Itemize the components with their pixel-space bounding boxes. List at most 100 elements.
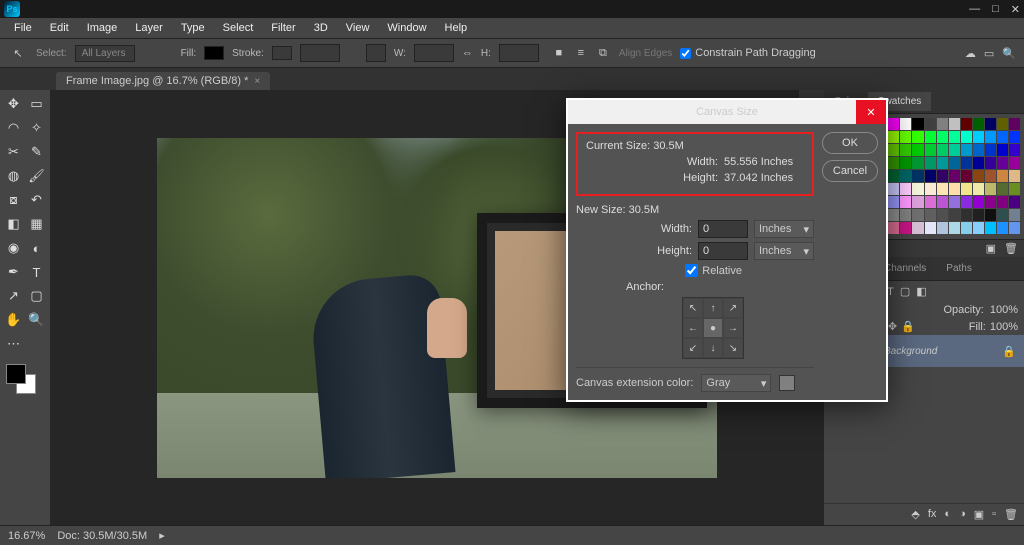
anchor-grid[interactable]: ↖↑↗ ←●→ ↙↓↘ bbox=[682, 297, 744, 359]
lock-all-icon[interactable]: 🔒 bbox=[901, 320, 915, 333]
stroke-width-field[interactable] bbox=[300, 44, 340, 62]
swatch-color[interactable] bbox=[949, 157, 960, 169]
swatch-color[interactable] bbox=[925, 209, 936, 221]
eyedropper-tool-icon[interactable]: ✎ bbox=[25, 140, 48, 164]
h-field[interactable] bbox=[499, 44, 539, 62]
swatch-color[interactable] bbox=[973, 157, 984, 169]
extension-color-preview[interactable] bbox=[779, 375, 795, 391]
swatch-color[interactable] bbox=[985, 209, 996, 221]
swatch-color[interactable] bbox=[912, 183, 923, 195]
menu-image[interactable]: Image bbox=[79, 20, 126, 36]
shape-rect-icon[interactable]: ■ bbox=[551, 45, 567, 61]
swatch-color[interactable] bbox=[1009, 222, 1020, 234]
pen-tool-icon[interactable]: ✒ bbox=[2, 260, 25, 284]
swatch-color[interactable] bbox=[925, 144, 936, 156]
dialog-close-button[interactable]: ✕ bbox=[856, 100, 886, 124]
opacity-value[interactable]: 100% bbox=[990, 304, 1018, 316]
swatch-color[interactable] bbox=[985, 131, 996, 143]
menu-3d[interactable]: 3D bbox=[306, 20, 336, 36]
filter-smart-icon[interactable]: ◧ bbox=[916, 285, 926, 298]
swatch-color[interactable] bbox=[900, 118, 911, 130]
swatch-color[interactable] bbox=[949, 131, 960, 143]
swatch-color[interactable] bbox=[949, 183, 960, 195]
close-icon[interactable]: ✕ bbox=[1011, 3, 1020, 16]
swatch-color[interactable] bbox=[973, 196, 984, 208]
swatch-color[interactable] bbox=[973, 131, 984, 143]
swatch-color[interactable] bbox=[912, 118, 923, 130]
swatch-color[interactable] bbox=[937, 131, 948, 143]
swatch-color[interactable] bbox=[949, 222, 960, 234]
swatch-color[interactable] bbox=[925, 170, 936, 182]
swatch-color[interactable] bbox=[900, 183, 911, 195]
stroke-swatch[interactable] bbox=[272, 46, 292, 60]
swatch-color[interactable] bbox=[1009, 131, 1020, 143]
swatch-color[interactable] bbox=[900, 170, 911, 182]
layer-name[interactable]: Background bbox=[884, 346, 937, 357]
swatch-color[interactable] bbox=[949, 170, 960, 182]
select-layers-dropdown[interactable]: All Layers bbox=[75, 45, 135, 62]
filter-shape-icon[interactable]: ▢ bbox=[900, 285, 910, 298]
menu-layer[interactable]: Layer bbox=[127, 20, 171, 36]
swatch-color[interactable] bbox=[937, 196, 948, 208]
dialog-titlebar[interactable]: Canvas Size ✕ bbox=[568, 100, 886, 124]
type-tool-icon[interactable]: T bbox=[25, 260, 48, 284]
swatch-color[interactable] bbox=[912, 209, 923, 221]
brush-tool-icon[interactable]: 🖌 bbox=[25, 164, 48, 188]
shape-tool-icon[interactable]: ▢ bbox=[25, 284, 48, 308]
swatch-color[interactable] bbox=[985, 196, 996, 208]
swatch-color[interactable] bbox=[1009, 183, 1020, 195]
heal-tool-icon[interactable]: ◍ bbox=[2, 164, 25, 188]
swatch-color[interactable] bbox=[900, 131, 911, 143]
fx-icon[interactable]: fx bbox=[928, 508, 937, 521]
extension-color-dropdown[interactable]: Gray▾ bbox=[701, 374, 771, 392]
swatch-color[interactable] bbox=[973, 144, 984, 156]
swatch-color[interactable] bbox=[973, 183, 984, 195]
move-tool-icon[interactable]: ✥ bbox=[2, 92, 25, 116]
stamp-tool-icon[interactable]: ⧇ bbox=[2, 188, 25, 212]
paths-tab[interactable]: Paths bbox=[936, 259, 982, 278]
swatch-color[interactable] bbox=[888, 170, 899, 182]
menu-edit[interactable]: Edit bbox=[42, 20, 77, 36]
document-tab[interactable]: Frame Image.jpg @ 16.7% (RGB/8) * × bbox=[56, 72, 270, 90]
swatch-color[interactable] bbox=[912, 131, 923, 143]
swatch-color[interactable] bbox=[888, 222, 899, 234]
swatch-color[interactable] bbox=[937, 144, 948, 156]
adjustment-icon[interactable]: ◑ bbox=[959, 508, 966, 521]
workspace-icon[interactable]: ▭ bbox=[984, 47, 994, 60]
swatch-color[interactable] bbox=[961, 196, 972, 208]
swatch-color[interactable] bbox=[997, 144, 1008, 156]
swatch-color[interactable] bbox=[925, 157, 936, 169]
swatch-color[interactable] bbox=[900, 209, 911, 221]
lasso-tool-icon[interactable]: ◠ bbox=[2, 116, 25, 140]
menu-window[interactable]: Window bbox=[379, 20, 434, 36]
delete-layer-icon[interactable]: 🗑 bbox=[1004, 508, 1018, 521]
new-width-input[interactable] bbox=[698, 220, 748, 238]
swatch-color[interactable] bbox=[925, 131, 936, 143]
tool-cursor-icon[interactable]: ↖ bbox=[8, 43, 28, 63]
new-layer-icon[interactable]: ▫ bbox=[992, 508, 996, 521]
swatch-color[interactable] bbox=[961, 170, 972, 182]
gradient-tool-icon[interactable]: ▦ bbox=[25, 212, 48, 236]
swatch-color[interactable] bbox=[925, 196, 936, 208]
swatch-color[interactable] bbox=[997, 157, 1008, 169]
swatch-color[interactable] bbox=[1009, 209, 1020, 221]
color-chips[interactable] bbox=[2, 360, 48, 400]
swatch-color[interactable] bbox=[985, 157, 996, 169]
link-wh-icon[interactable]: ⇔ bbox=[462, 47, 473, 59]
swatch-color[interactable] bbox=[1009, 196, 1020, 208]
lock-icon[interactable]: 🔒 bbox=[1002, 345, 1016, 358]
zoom-level[interactable]: 16.67% bbox=[8, 530, 45, 542]
swatch-color[interactable] bbox=[888, 196, 899, 208]
lock-pos-icon[interactable]: ✥ bbox=[888, 320, 897, 333]
swatch-color[interactable] bbox=[900, 144, 911, 156]
constrain-checkbox[interactable]: Constrain Path Dragging bbox=[680, 47, 815, 59]
swatch-color[interactable] bbox=[961, 131, 972, 143]
status-arrow-icon[interactable]: ▸ bbox=[159, 529, 165, 542]
swatch-color[interactable] bbox=[961, 209, 972, 221]
swatch-color[interactable] bbox=[912, 222, 923, 234]
fill-swatch[interactable] bbox=[204, 46, 224, 60]
swatch-color[interactable] bbox=[912, 157, 923, 169]
path-arrange-icon[interactable]: ⧉ bbox=[595, 45, 611, 61]
swatch-color[interactable] bbox=[925, 118, 936, 130]
swatch-color[interactable] bbox=[997, 209, 1008, 221]
